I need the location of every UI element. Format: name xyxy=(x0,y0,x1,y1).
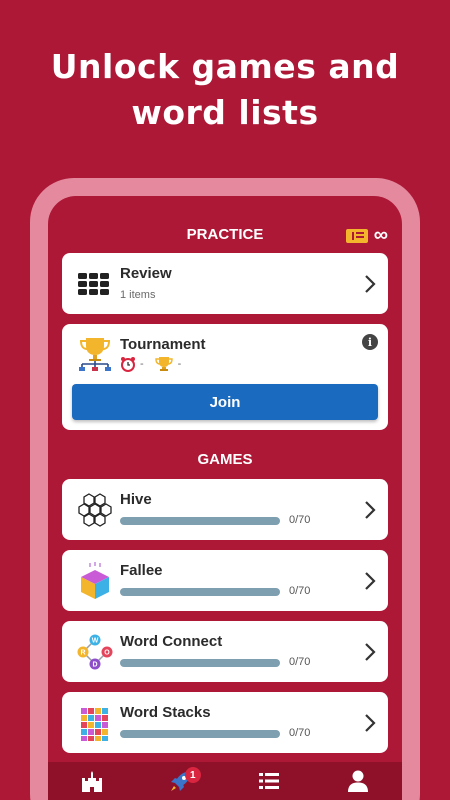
join-button[interactable]: Join xyxy=(72,384,378,420)
chevron-right-icon xyxy=(365,500,376,519)
headline: Unlock games and word lists xyxy=(0,44,450,136)
progress-text: 0/70 xyxy=(289,727,311,739)
game-card-hive[interactable]: Hive 0/70 xyxy=(62,479,388,540)
game-title: Word Connect xyxy=(120,633,223,650)
nav-games[interactable]: 1 xyxy=(161,765,201,797)
chevron-right-icon xyxy=(365,274,376,293)
review-subtitle: 1 items xyxy=(120,289,156,301)
trophy-bracket-icon xyxy=(76,336,114,374)
info-icon[interactable]: i xyxy=(362,334,378,350)
letter-o: O xyxy=(104,650,110,657)
word-stacks-icon xyxy=(76,704,114,742)
progress-bar xyxy=(120,588,280,596)
trophy-icon xyxy=(154,357,173,371)
trophy-value: - xyxy=(177,358,182,370)
letter-r: R xyxy=(80,650,85,657)
game-card-fallee[interactable]: Fallee 0/70 xyxy=(62,550,388,611)
progress-text: 0/70 xyxy=(289,656,311,668)
review-card[interactable]: Review 1 items xyxy=(62,253,388,314)
tournament-card: Tournament - - i Join xyxy=(62,324,388,430)
headline-line-2: word lists xyxy=(131,93,319,132)
castle-icon xyxy=(82,771,103,792)
headline-line-1: Unlock games and xyxy=(50,47,400,86)
progress-text: 0/70 xyxy=(289,585,311,597)
nav-profile[interactable] xyxy=(338,765,378,797)
game-card-word-stacks[interactable]: Word Stacks 0/70 xyxy=(62,692,388,753)
games-title: GAMES xyxy=(197,451,253,468)
game-title: Word Stacks xyxy=(120,704,211,721)
game-title: Fallee xyxy=(120,562,163,579)
progress-bar xyxy=(120,517,280,525)
timer-value: - xyxy=(140,358,144,370)
grid-icon xyxy=(76,265,114,303)
notification-badge: 1 xyxy=(184,767,201,783)
tournament-title: Tournament xyxy=(120,336,206,353)
review-title: Review xyxy=(120,265,172,282)
chevron-right-icon xyxy=(365,642,376,661)
nav-lists[interactable] xyxy=(249,765,289,797)
chevron-right-icon xyxy=(365,571,376,590)
phone-screen: PRACTICE ∞ Review 1 items Tournament - -… xyxy=(48,196,402,800)
progress-text: 0/70 xyxy=(289,514,311,526)
word-connect-icon: W R O D xyxy=(76,633,114,671)
bottom-nav: 1 xyxy=(48,762,402,800)
letter-d: D xyxy=(92,662,97,669)
hive-icon xyxy=(76,491,114,529)
fallee-cube-icon xyxy=(76,562,114,600)
tickets-value: ∞ xyxy=(373,224,388,246)
ticket-icon xyxy=(345,228,368,243)
game-title: Hive xyxy=(120,491,152,508)
list-icon xyxy=(259,773,280,789)
tournament-meta: - - xyxy=(120,356,181,372)
alarm-clock-icon xyxy=(121,357,135,372)
letter-w: W xyxy=(92,638,99,645)
progress-bar xyxy=(120,659,280,667)
tickets-counter[interactable]: ∞ xyxy=(345,224,388,247)
progress-bar xyxy=(120,730,280,738)
chevron-right-icon xyxy=(365,713,376,732)
nav-castle[interactable] xyxy=(72,765,112,797)
user-icon xyxy=(347,770,368,792)
game-card-word-connect[interactable]: W R O D Word Connect 0/70 xyxy=(62,621,388,682)
